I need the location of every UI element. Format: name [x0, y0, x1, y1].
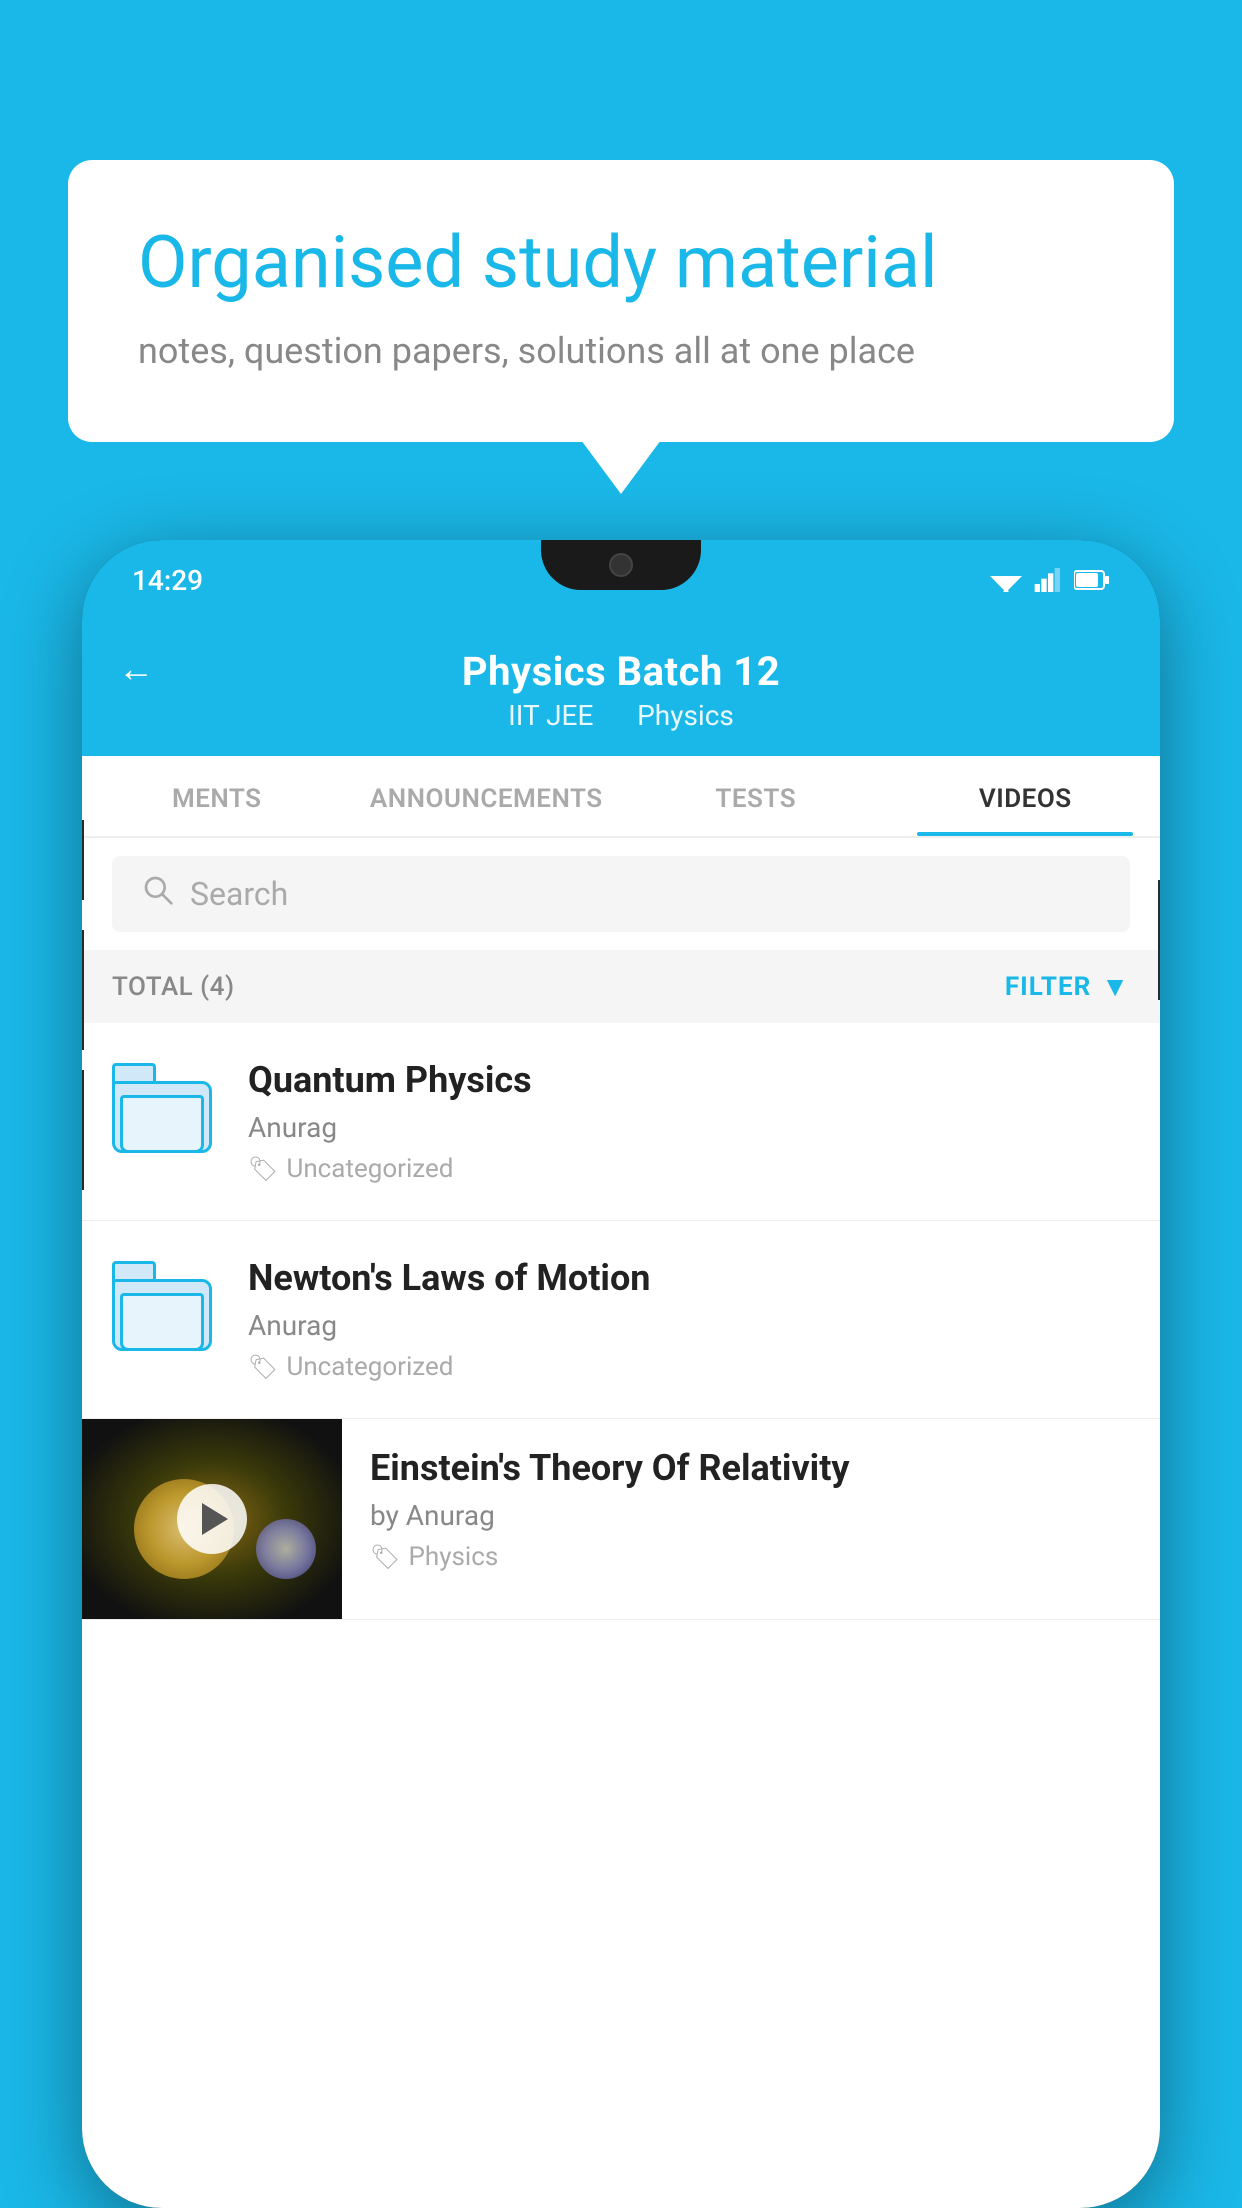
- status-icons: [990, 568, 1110, 592]
- tabs-bar: MENTS ANNOUNCEMENTS TESTS VIDEOS: [82, 756, 1160, 838]
- einstein-thumbnail: [82, 1419, 342, 1619]
- video-info-1: Quantum Physics Anurag 🏷 Uncategorized: [248, 1059, 1130, 1184]
- filter-icon: ▼: [1101, 970, 1130, 1003]
- tab-videos[interactable]: VIDEOS: [891, 756, 1161, 836]
- status-time: 14:29: [132, 564, 203, 597]
- video-tag-label-1: Uncategorized: [286, 1154, 453, 1184]
- video-author-1: Anurag: [248, 1111, 1130, 1144]
- phone-side-btn-right: [1158, 880, 1160, 1000]
- header-tag1: IIT JEE: [508, 699, 593, 732]
- signal-icon: [1034, 568, 1062, 592]
- tag-icon-2: 🏷: [248, 1353, 278, 1381]
- video-author-2: Anurag: [248, 1309, 1130, 1342]
- video-tag-1: 🏷 Uncategorized: [248, 1154, 1130, 1184]
- video-item-2[interactable]: Newton's Laws of Motion Anurag 🏷 Uncateg…: [82, 1221, 1160, 1419]
- battery-icon: [1074, 569, 1110, 591]
- video-title-2: Newton's Laws of Motion: [248, 1257, 1130, 1299]
- video-info-3: Einstein's Theory Of Relativity by Anura…: [342, 1419, 1160, 1600]
- video-item-3[interactable]: Einstein's Theory Of Relativity by Anura…: [82, 1419, 1160, 1620]
- video-info-2: Newton's Laws of Motion Anurag 🏷 Uncateg…: [248, 1257, 1130, 1382]
- tag-icon-3: 🏷: [370, 1543, 400, 1571]
- header-title: Physics Batch 12: [462, 648, 780, 695]
- play-triangle: [202, 1503, 228, 1535]
- tab-ments[interactable]: MENTS: [82, 756, 352, 836]
- filter-label: FILTER: [1005, 972, 1091, 1002]
- status-bar: 14:29: [82, 540, 1160, 620]
- video-tag-label-2: Uncategorized: [286, 1352, 453, 1382]
- wifi-icon: [990, 568, 1022, 592]
- search-placeholder: Search: [190, 875, 288, 913]
- tag-icon-1: 🏷: [248, 1155, 278, 1183]
- video-item-1[interactable]: Quantum Physics Anurag 🏷 Uncategorized: [82, 1023, 1160, 1221]
- folder-icon-2: [112, 1261, 212, 1351]
- video-title-1: Quantum Physics: [248, 1059, 1130, 1101]
- camera: [609, 553, 633, 577]
- video-tag-3: 🏷 Physics: [370, 1542, 1136, 1572]
- video-list: Quantum Physics Anurag 🏷 Uncategorized N…: [82, 1023, 1160, 1620]
- video-tag-2: 🏷 Uncategorized: [248, 1352, 1130, 1382]
- search-container: Search: [82, 838, 1160, 950]
- header-tag2: Physics: [637, 699, 734, 732]
- bubble-title: Organised study material: [138, 220, 1104, 306]
- speech-bubble: Organised study material notes, question…: [68, 160, 1174, 442]
- search-bar[interactable]: Search: [112, 856, 1130, 932]
- folder-icon-1: [112, 1063, 212, 1153]
- total-count: TOTAL (4): [112, 972, 235, 1002]
- phone-inner: ← Physics Batch 12 IIT JEE Physics MENTS…: [82, 620, 1160, 2208]
- back-button[interactable]: ←: [118, 648, 154, 690]
- phone-frame: 14:29: [82, 540, 1160, 2208]
- header-subtitle: IIT JEE Physics: [500, 699, 742, 732]
- bubble-subtitle: notes, question papers, solutions all at…: [138, 330, 1104, 372]
- phone-side-btn-left3: [82, 1070, 84, 1190]
- play-button[interactable]: [177, 1484, 247, 1554]
- video-author-3: by Anurag: [370, 1499, 1136, 1532]
- tab-tests[interactable]: TESTS: [621, 756, 891, 836]
- video-tag-label-3: Physics: [408, 1542, 498, 1572]
- phone-side-btn-left2: [82, 930, 84, 1050]
- filter-bar: TOTAL (4) FILTER ▼: [82, 950, 1160, 1023]
- search-icon: [142, 874, 174, 914]
- tab-announcements[interactable]: ANNOUNCEMENTS: [352, 756, 622, 836]
- video-title-3: Einstein's Theory Of Relativity: [370, 1447, 1136, 1489]
- filter-button[interactable]: FILTER ▼: [1005, 970, 1130, 1003]
- app-header: ← Physics Batch 12 IIT JEE Physics: [82, 620, 1160, 756]
- notch: [541, 540, 701, 590]
